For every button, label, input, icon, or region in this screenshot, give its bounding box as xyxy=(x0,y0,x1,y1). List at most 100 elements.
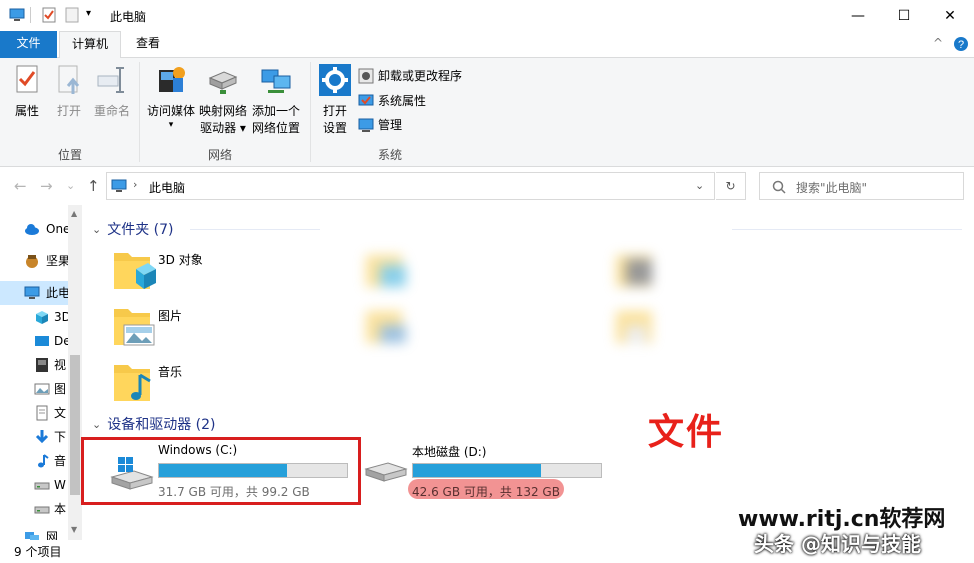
uninstall-program-button[interactable]: 卸载或更改程序 xyxy=(358,65,462,87)
new-folder-icon[interactable] xyxy=(64,7,80,23)
sidebar-item[interactable]: 网 xyxy=(0,525,68,540)
sidebar-item-label: 下 xyxy=(54,430,67,444)
folder-item-pictures[interactable]: 图片 xyxy=(110,301,330,355)
recent-locations-button[interactable]: ⌄ xyxy=(66,179,75,192)
open-label: 打开 xyxy=(56,104,81,118)
computer-icon[interactable] xyxy=(9,7,25,23)
properties-button[interactable]: 属性 xyxy=(8,64,46,120)
minimize-button[interactable]: — xyxy=(835,0,881,31)
maximize-button[interactable]: ☐ xyxy=(881,0,927,31)
ribbon-collapse-icon[interactable]: ^ xyxy=(933,36,943,50)
blurred-folder-item xyxy=(612,245,672,295)
blurred-folder-item xyxy=(362,301,422,351)
sidebar-item-label: 音 xyxy=(54,454,67,468)
navigation-bar: ← → ⌄ ↑ › 此电脑 ⌄ ↻ 搜索"此电脑" xyxy=(0,167,974,205)
sidebar-item[interactable]: 坚果 xyxy=(0,249,68,273)
breadcrumb-chevron-icon[interactable]: › xyxy=(133,178,137,191)
open-button[interactable]: 打开 xyxy=(50,64,88,120)
sidebar-item-label: 网 xyxy=(46,530,59,540)
sidebar-item[interactable]: 本 xyxy=(0,497,68,521)
rename-icon xyxy=(97,67,124,93)
address-bar[interactable]: › 此电脑 ⌄ xyxy=(106,172,715,200)
devices-section-header[interactable]: ⌄ 设备和驱动器 (2) xyxy=(92,414,216,434)
add-network-location-button[interactable]: 添加一个 网络位置 xyxy=(250,64,302,137)
folder-item-3d-objects[interactable]: 3D 对象 xyxy=(110,245,330,299)
qa-dropdown-icon[interactable]: ▾ xyxy=(86,8,91,19)
refresh-button[interactable]: ↻ xyxy=(716,172,746,200)
map-network-drive-button[interactable]: 映射网络 驱动器 ▾ xyxy=(198,64,248,137)
ribbon: 属性 打开 重命名 位置 访问媒体 ▾ 映射网络 驱动器 ▾ 添加一个 网络位置… xyxy=(0,58,974,167)
tab-computer[interactable]: 计算机 xyxy=(59,31,121,59)
pictures-folder-icon xyxy=(114,309,155,346)
highlight-box xyxy=(81,437,361,505)
local-disk-icon xyxy=(364,462,408,482)
sidebar-item[interactable]: 图 xyxy=(0,377,68,401)
folder-icon xyxy=(616,311,652,343)
add-location-label-1: 添加一个 xyxy=(251,104,300,118)
manage-button[interactable]: 管理 xyxy=(358,114,402,136)
qa-separator xyxy=(30,7,31,23)
refresh-icon: ↻ xyxy=(725,179,736,193)
network-location-icon xyxy=(261,69,291,93)
folders-section-header[interactable]: ⌄ 文件夹 (7) xyxy=(92,219,174,239)
drive-name: 本地磁盘 (D:) xyxy=(412,445,487,459)
forward-button[interactable]: → xyxy=(40,177,53,195)
collapse-chevron-icon[interactable]: ⌄ xyxy=(92,223,101,236)
search-input[interactable]: 搜索"此电脑" xyxy=(759,172,964,200)
scroll-thumb[interactable] xyxy=(70,355,80,495)
up-button[interactable]: ↑ xyxy=(87,177,100,195)
system-properties-icon xyxy=(358,94,374,106)
collapse-chevron-icon[interactable]: ⌄ xyxy=(92,418,101,431)
sidebar-item-label: W xyxy=(54,478,66,492)
sidebar-item[interactable]: 3D xyxy=(0,305,68,329)
network-group-label: 网络 xyxy=(207,148,232,162)
nav-scrollbar[interactable]: ▲ ▼ xyxy=(68,205,82,540)
blurred-folder-item xyxy=(362,245,422,295)
add-location-label-2: 网络位置 xyxy=(251,121,300,135)
system-properties-button[interactable]: 系统属性 xyxy=(358,90,426,112)
sidebar-item[interactable]: 音 xyxy=(0,449,68,473)
open-settings-label-1: 打开 xyxy=(322,104,347,118)
close-button[interactable]: ✕ xyxy=(927,0,973,31)
address-dropdown-icon[interactable]: ⌄ xyxy=(695,179,704,192)
drive-usage-bar xyxy=(412,463,602,478)
sidebar-item[interactable]: 下 xyxy=(0,425,68,449)
ribbon-group-separator xyxy=(310,62,311,162)
folder-label: 3D 对象 xyxy=(158,253,203,267)
access-media-label: 访问媒体 xyxy=(146,104,195,118)
rename-button[interactable]: 重命名 xyxy=(90,64,134,120)
tab-file[interactable]: 文件 xyxy=(0,31,57,58)
title-bar: ▾ 此电脑 — ☐ ✕ xyxy=(0,0,974,31)
rename-label: 重命名 xyxy=(93,104,130,118)
devices-header-label: 设备和驱动器 (2) xyxy=(107,417,216,433)
manage-label: 管理 xyxy=(378,118,403,132)
3d-folder-icon xyxy=(114,253,156,289)
access-media-button[interactable]: 访问媒体 ▾ xyxy=(144,64,198,130)
help-icon[interactable]: ? xyxy=(953,36,969,52)
navigation-pane: One 坚果此电 3D De 视图文下音 W 本网 ▲ ▼ xyxy=(0,205,82,540)
sidebar-item[interactable]: 视 xyxy=(0,353,68,377)
sidebar-item-label: 图 xyxy=(54,382,67,396)
sidebar-item[interactable]: 文 xyxy=(0,401,68,425)
sidebar-item-label: De xyxy=(54,334,68,348)
music-folder-icon xyxy=(114,365,151,401)
open-icon xyxy=(58,65,80,94)
sidebar-item[interactable]: 此电 xyxy=(0,281,68,305)
folder-label: 图片 xyxy=(158,309,183,323)
sidebar-item[interactable]: De xyxy=(0,329,68,353)
sidebar-item[interactable]: One xyxy=(0,217,68,241)
sidebar-item[interactable]: W xyxy=(0,473,68,497)
blurred-folder-item xyxy=(612,301,672,351)
breadcrumb-item[interactable]: 此电脑 xyxy=(149,179,185,196)
back-button[interactable]: ← xyxy=(14,177,27,195)
folder-item-music[interactable]: 音乐 xyxy=(110,357,330,411)
scroll-up-icon[interactable]: ▲ xyxy=(71,209,77,218)
sidebar-item-label: 3D xyxy=(54,310,68,324)
tab-view[interactable]: 查看 xyxy=(123,31,173,58)
open-settings-button[interactable]: 打开 设置 xyxy=(316,64,354,137)
scroll-down-icon[interactable]: ▼ xyxy=(71,525,77,534)
properties-icon[interactable] xyxy=(41,7,57,23)
drive-item-d[interactable]: 本地磁盘 (D:) 42.6 GB 可用，共 132 GB xyxy=(364,443,604,507)
sidebar-item-label: 本 xyxy=(54,502,67,516)
folder-icon xyxy=(366,311,406,343)
